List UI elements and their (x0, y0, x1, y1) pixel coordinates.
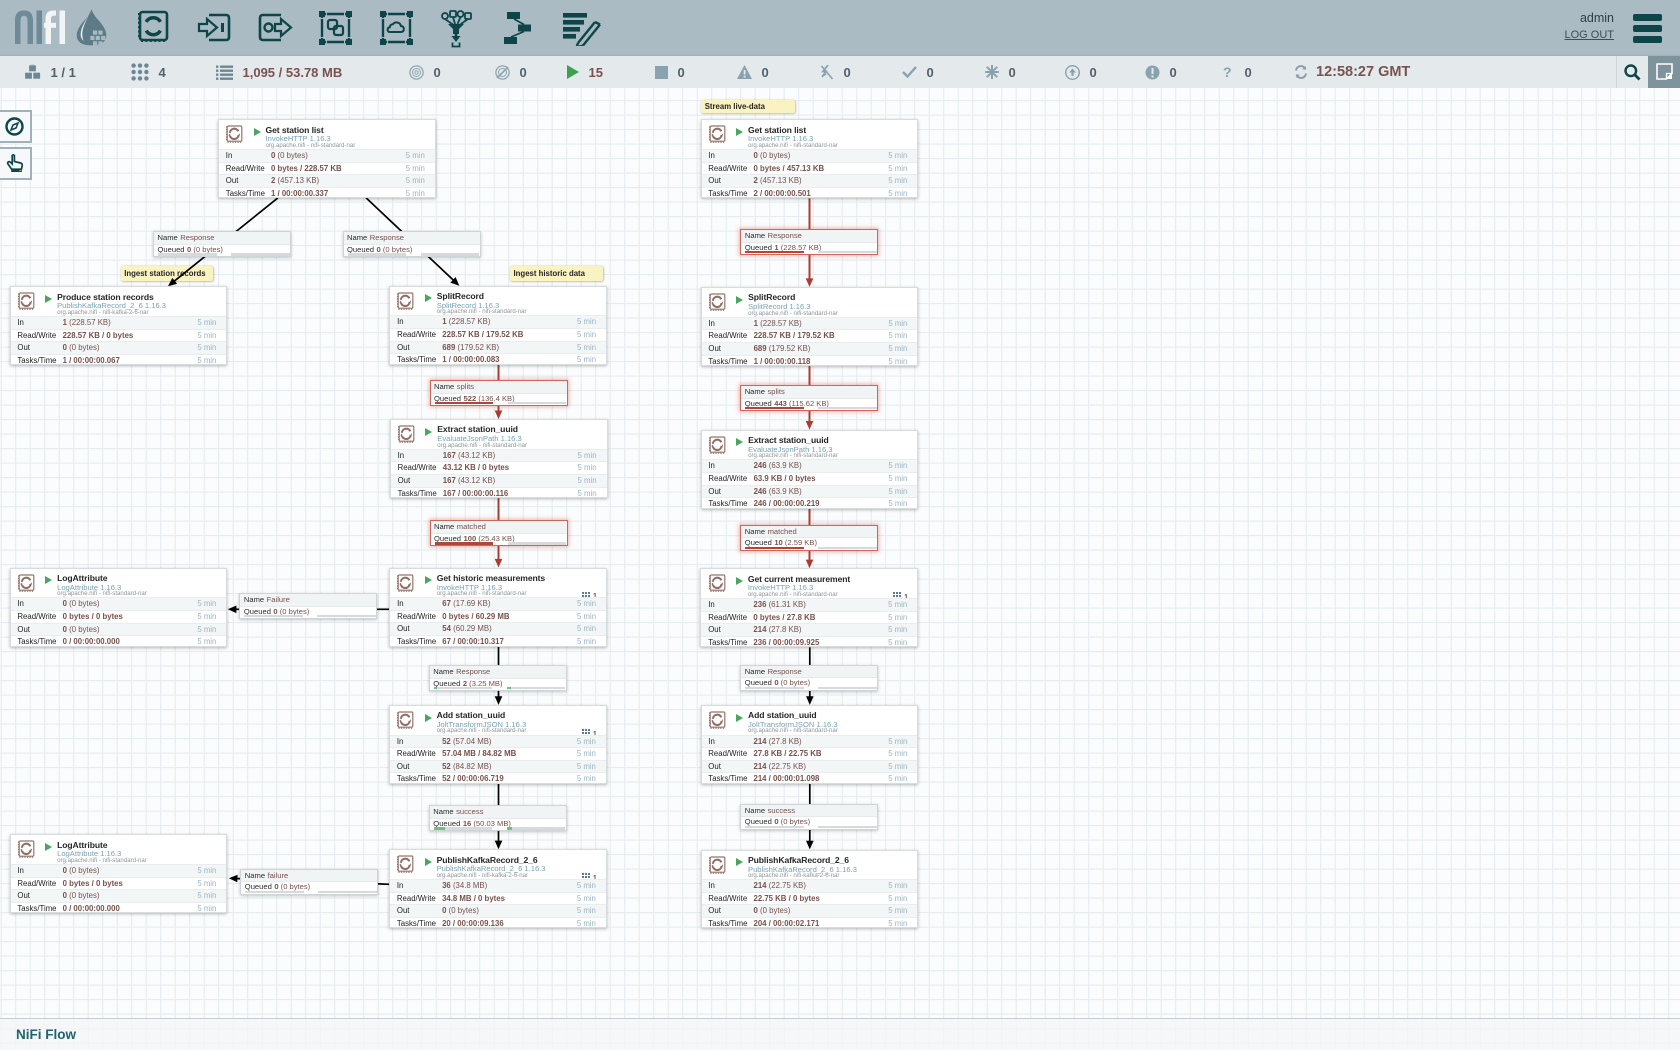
svg-text:?: ? (1223, 65, 1232, 80)
